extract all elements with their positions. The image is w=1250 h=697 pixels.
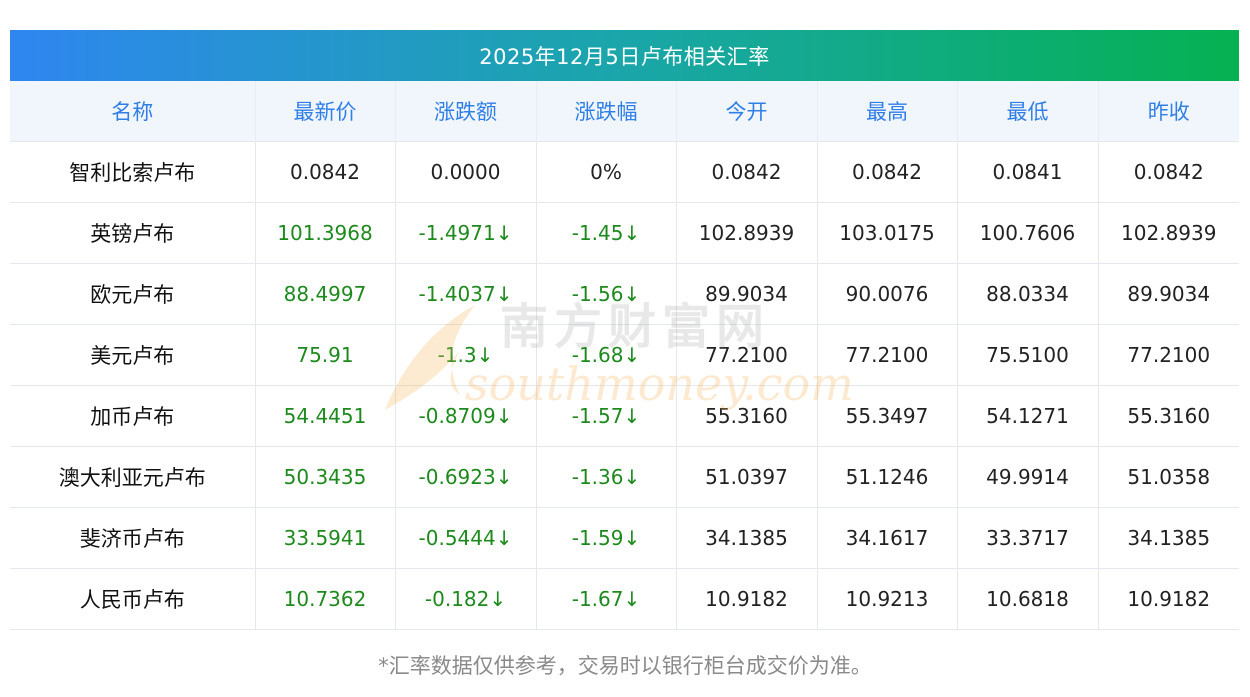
cell-change-pct: -1.45↓	[536, 202, 677, 264]
cell-change: -1.4037↓	[395, 263, 537, 325]
cell-change: -0.8709↓	[395, 385, 537, 447]
cell-open: 55.3160	[676, 385, 818, 447]
table-row: 智利比索卢布 0.0842 0.0000 0% 0.0842 0.0842 0.0841 0.…	[10, 141, 1239, 203]
cell-latest: 75.91	[255, 324, 396, 386]
table-row: 加币卢布 54.4451 -0.8709↓ -1.57↓ 55.3160 55.3497 5…	[10, 385, 1239, 447]
header-latest: 最新价	[255, 81, 396, 142]
cell-low: 0.0841	[957, 141, 1099, 203]
cell-prev-close: 102.8939	[1098, 202, 1239, 264]
cell-low: 10.6818	[957, 568, 1099, 630]
cell-low: 88.0334	[957, 263, 1099, 325]
cell-open: 34.1385	[676, 507, 818, 569]
cell-change: -1.4971↓	[395, 202, 537, 264]
cell-high: 55.3497	[817, 385, 958, 447]
cell-open: 0.0842	[676, 141, 818, 203]
cell-open: 10.9182	[676, 568, 818, 630]
cell-change-pct: -1.67↓	[536, 568, 677, 630]
cell-low: 100.7606	[957, 202, 1099, 264]
cell-high: 90.0076	[817, 263, 958, 325]
table-row: 欧元卢布 88.4997 -1.4037↓ -1.56↓ 89.9034 90.0076 8…	[10, 263, 1239, 325]
header-high: 最高	[817, 81, 958, 142]
cell-low: 75.5100	[957, 324, 1099, 386]
exchange-rate-table: 名称 最新价 涨跌额 涨跌幅 今开 最高 最低 昨收 智利比索卢布 0.0842 0…	[10, 81, 1239, 630]
cell-prev-close: 10.9182	[1098, 568, 1239, 630]
cell-change-pct: -1.57↓	[536, 385, 677, 447]
cell-high: 51.1246	[817, 446, 958, 508]
cell-prev-close: 51.0358	[1098, 446, 1239, 508]
cell-change-pct: -1.36↓	[536, 446, 677, 508]
header-prev-close: 昨收	[1098, 81, 1239, 142]
cell-low: 54.1271	[957, 385, 1099, 447]
cell-name: 英镑卢布	[10, 202, 256, 264]
table-row: 人民币卢布 10.7362 -0.182↓ -1.67↓ 10.9182 10.9213 1…	[10, 568, 1239, 630]
cell-open: 89.9034	[676, 263, 818, 325]
cell-low: 49.9914	[957, 446, 1099, 508]
header-row: 名称 最新价 涨跌额 涨跌幅 今开 最高 最低 昨收	[10, 81, 1239, 142]
cell-change-pct: 0%	[536, 141, 677, 203]
cell-prev-close: 34.1385	[1098, 507, 1239, 569]
cell-change-pct: -1.68↓	[536, 324, 677, 386]
cell-change: 0.0000	[395, 141, 537, 203]
cell-low: 33.3717	[957, 507, 1099, 569]
cell-high: 34.1617	[817, 507, 958, 569]
cell-change-pct: -1.59↓	[536, 507, 677, 569]
cell-latest: 101.3968	[255, 202, 396, 264]
cell-high: 103.0175	[817, 202, 958, 264]
cell-latest: 88.4997	[255, 263, 396, 325]
cell-name: 人民币卢布	[10, 568, 256, 630]
cell-name: 欧元卢布	[10, 263, 256, 325]
cell-change: -0.6923↓	[395, 446, 537, 508]
cell-name: 美元卢布	[10, 324, 256, 386]
table-row: 美元卢布 75.91 -1.3↓ -1.68↓ 77.2100 77.2100 75.510…	[10, 324, 1239, 386]
rate-table-container: 2025年12月5日卢布相关汇率 名称 最新价 涨跌额 涨跌幅 今开 最高 最低…	[10, 30, 1239, 630]
cell-change: -1.3↓	[395, 324, 537, 386]
cell-prev-close: 0.0842	[1098, 141, 1239, 203]
header-change-pct: 涨跌幅	[536, 81, 677, 142]
cell-open: 77.2100	[676, 324, 818, 386]
cell-open: 102.8939	[676, 202, 818, 264]
header-open: 今开	[676, 81, 818, 142]
cell-latest: 10.7362	[255, 568, 396, 630]
cell-prev-close: 77.2100	[1098, 324, 1239, 386]
header-name: 名称	[10, 81, 256, 142]
cell-name: 斐济币卢布	[10, 507, 256, 569]
cell-change: -0.182↓	[395, 568, 537, 630]
table-row: 英镑卢布 101.3968 -1.4971↓ -1.45↓ 102.8939 103.01…	[10, 202, 1239, 264]
cell-high: 0.0842	[817, 141, 958, 203]
cell-latest: 54.4451	[255, 385, 396, 447]
table-row: 澳大利亚元卢布 50.3435 -0.6923↓ -1.36↓ 51.0397 51.12…	[10, 446, 1239, 508]
cell-latest: 0.0842	[255, 141, 396, 203]
disclaimer-note: *汇率数据仅供参考，交易时以银行柜台成交价为准。	[378, 654, 872, 678]
table-title: 2025年12月5日卢布相关汇率	[10, 30, 1239, 81]
cell-high: 77.2100	[817, 324, 958, 386]
cell-latest: 50.3435	[255, 446, 396, 508]
cell-change: -0.5444↓	[395, 507, 537, 569]
cell-change-pct: -1.56↓	[536, 263, 677, 325]
cell-high: 10.9213	[817, 568, 958, 630]
header-low: 最低	[957, 81, 1099, 142]
cell-prev-close: 55.3160	[1098, 385, 1239, 447]
header-change: 涨跌额	[395, 81, 537, 142]
cell-latest: 33.5941	[255, 507, 396, 569]
cell-open: 51.0397	[676, 446, 818, 508]
cell-name: 澳大利亚元卢布	[10, 446, 256, 508]
cell-name: 智利比索卢布	[10, 141, 256, 203]
table-row: 斐济币卢布 33.5941 -0.5444↓ -1.59↓ 34.1385 34.1617…	[10, 507, 1239, 569]
cell-name: 加币卢布	[10, 385, 256, 447]
cell-prev-close: 89.9034	[1098, 263, 1239, 325]
